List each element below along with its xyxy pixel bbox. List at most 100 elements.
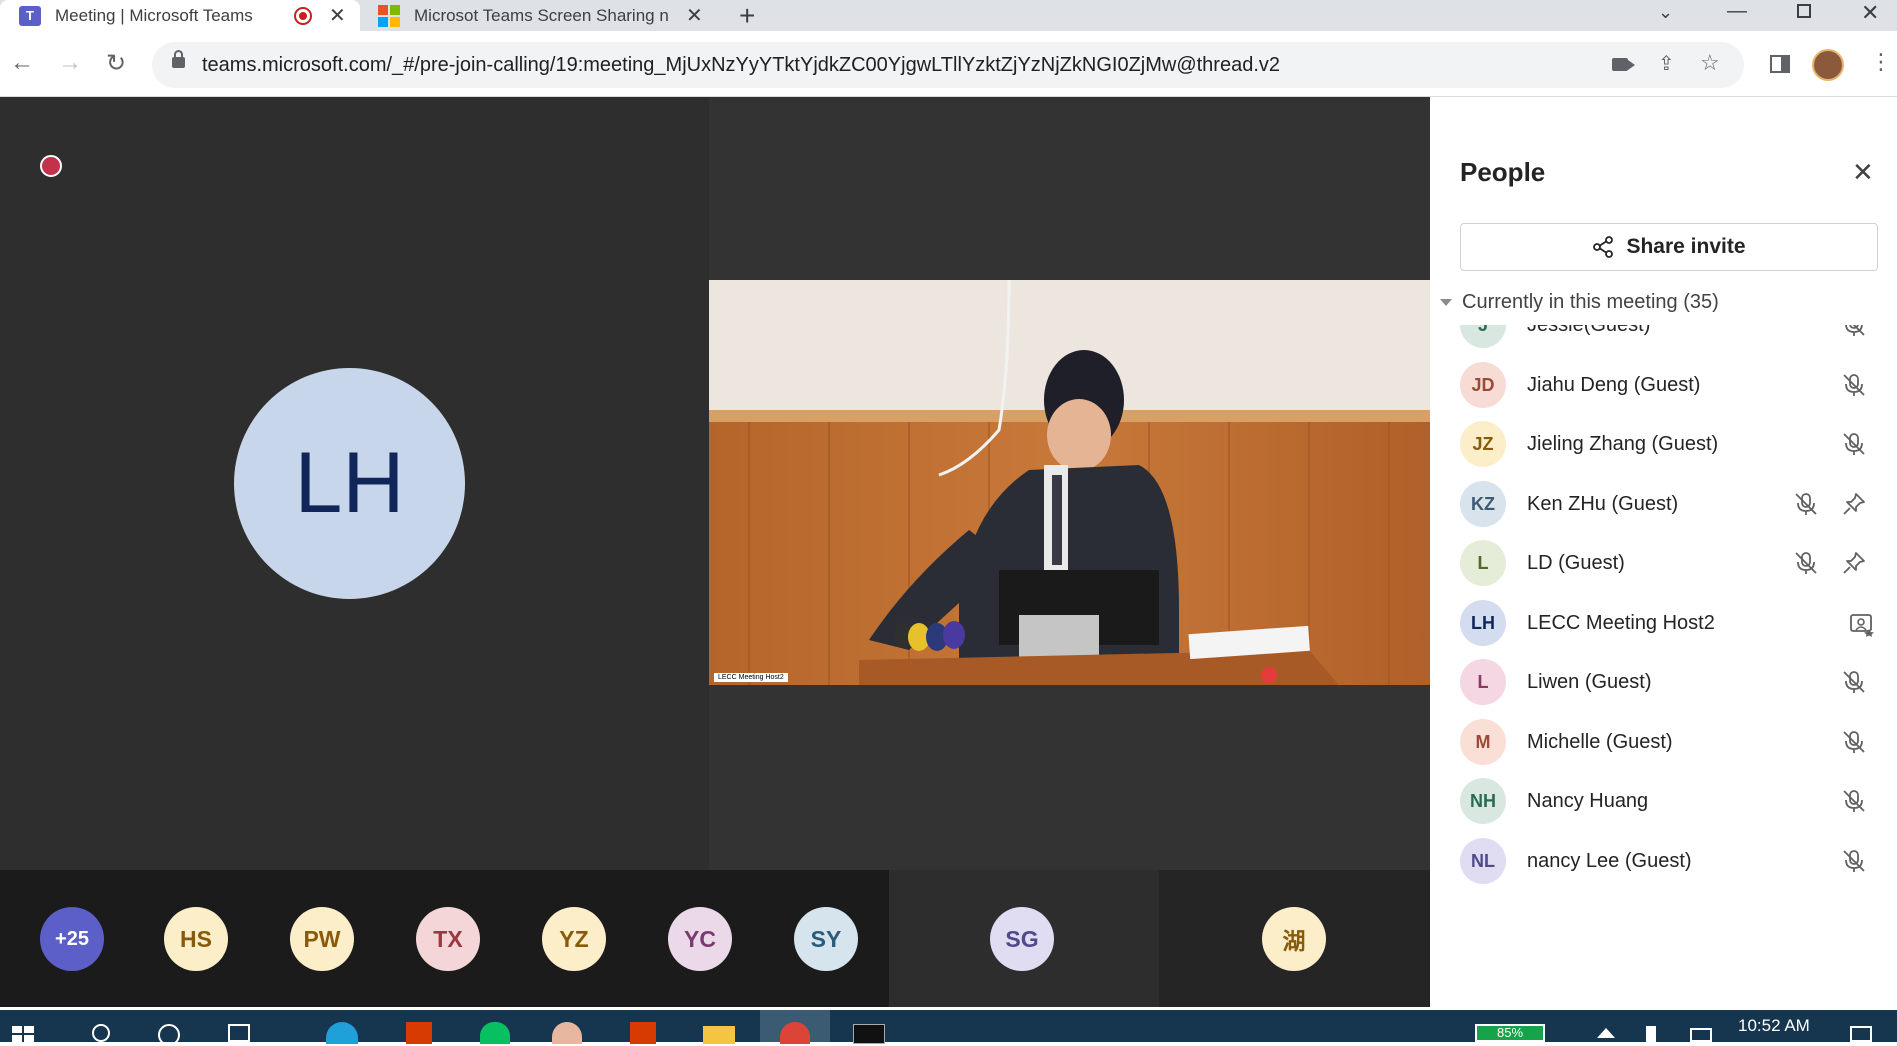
office-icon[interactable] — [406, 1022, 432, 1044]
participant-name: Michelle (Guest) — [1527, 731, 1673, 753]
side-panel-icon[interactable] — [1770, 55, 1790, 73]
windows-start-icon[interactable] — [12, 1026, 34, 1042]
notifications-icon[interactable] — [1850, 1026, 1872, 1042]
search-icon[interactable] — [92, 1024, 110, 1042]
recording-icon — [40, 155, 62, 177]
participant-avatar-small[interactable]: SY — [794, 907, 858, 971]
tab-title: Microsot Teams Screen Sharing n — [414, 6, 669, 25]
avatar: J — [1460, 325, 1506, 348]
cortana-icon[interactable] — [158, 1024, 180, 1046]
avatar: L — [1460, 659, 1506, 705]
avatar: JD — [1460, 362, 1506, 408]
tab-meeting[interactable]: T Meeting | Microsoft Teams ✕ — [0, 0, 360, 31]
speaker-video-image — [709, 280, 1430, 685]
mic-off-icon[interactable] — [1841, 372, 1867, 403]
participant-name: Liwen (Guest) — [1527, 671, 1652, 693]
participant-avatar-large: LH — [234, 368, 465, 599]
avatar: JZ — [1460, 421, 1506, 467]
mic-off-icon[interactable] — [1793, 550, 1819, 581]
video-feed[interactable]: LECC Meeting Host2 — [709, 280, 1430, 685]
minimize-icon[interactable]: — — [1727, 0, 1747, 23]
section-header-label: Currently in this meeting (35) — [1462, 291, 1719, 313]
forward-icon[interactable]: → — [58, 49, 82, 77]
share-invite-button[interactable]: Share invite — [1460, 223, 1878, 271]
avatar: KZ — [1460, 481, 1506, 527]
tab-search-icon[interactable]: ⌄ — [1658, 2, 1673, 23]
terminal-icon[interactable] — [853, 1024, 885, 1044]
file-explorer-icon[interactable] — [703, 1026, 735, 1044]
participant-avatar-small[interactable]: YZ — [542, 907, 606, 971]
edge-icon[interactable] — [326, 1022, 358, 1044]
task-view-icon[interactable] — [228, 1024, 250, 1042]
close-window-icon[interactable]: ✕ — [1861, 0, 1879, 26]
people-title: People — [1460, 157, 1546, 187]
avatar: LH — [1460, 600, 1506, 646]
mic-off-icon[interactable] — [1841, 669, 1867, 700]
battery-indicator[interactable]: 85% — [1475, 1024, 1545, 1042]
mic-off-icon[interactable] — [1841, 431, 1867, 462]
mic-off-icon[interactable] — [1793, 491, 1819, 522]
participant-name: nancy Lee (Guest) — [1527, 850, 1692, 872]
office-icon[interactable] — [630, 1022, 656, 1044]
back-icon[interactable]: ← — [10, 49, 34, 77]
participant-name: Ken ZHu (Guest) — [1527, 493, 1679, 515]
participant-row[interactable]: NL nancy Lee (Guest) — [1430, 826, 1897, 898]
url-text: teams.microsoft.com/_#/pre-join-calling/… — [202, 54, 1281, 76]
participant-avatar-small[interactable]: +25 — [40, 907, 104, 971]
display-icon[interactable] — [1690, 1028, 1712, 1042]
pinwheel-app-icon[interactable] — [552, 1022, 582, 1044]
participant-avatar-small[interactable]: PW — [290, 907, 354, 971]
participant-name: Jessie(Guest) — [1527, 325, 1651, 336]
clock-time[interactable]: 10:52 AM — [1738, 1016, 1810, 1036]
menu-kebab-icon[interactable]: ⋮ — [1870, 49, 1892, 75]
share-invite-label: Share invite — [1626, 235, 1746, 258]
tab-title: Meeting | Microsoft Teams — [55, 6, 253, 25]
meeting-stage: LH LECC Meeting Host2 +25 HS PW TX YZ YC… — [0, 97, 1430, 1007]
close-tab-icon[interactable]: ✕ — [686, 3, 703, 28]
participant-avatar-small[interactable]: 湖 — [1262, 907, 1326, 971]
participant-avatar-small[interactable]: HS — [164, 907, 228, 971]
video-name-label: LECC Meeting Host2 — [714, 673, 788, 682]
network-icon[interactable] — [1597, 1028, 1615, 1038]
recording-tab-icon — [294, 7, 312, 25]
microsoft-logo-icon — [378, 5, 400, 27]
participant-name: Nancy Huang — [1527, 790, 1649, 812]
participant-list: J Jessie(Guest) JD Jiahu Deng (Guest) JZ Jiel… — [1430, 325, 1897, 1010]
reload-icon[interactable]: ↻ — [106, 49, 126, 78]
people-pane: People ✕ Share invite Currently in this … — [1430, 97, 1897, 1010]
participant-strip: +25 HS PW TX YZ YC SY SG 湖 — [0, 870, 1430, 1007]
mic-off-icon[interactable] — [1841, 848, 1867, 879]
mic-off-icon[interactable] — [1841, 325, 1867, 343]
pin-icon[interactable] — [1841, 491, 1867, 522]
participant-avatar-small[interactable]: TX — [416, 907, 480, 971]
bookmark-star-icon[interactable]: ☆ — [1700, 50, 1720, 76]
participant-avatar-small[interactable]: YC — [668, 907, 732, 971]
avatar: NH — [1460, 778, 1506, 824]
restore-icon[interactable] — [1797, 4, 1811, 18]
new-tab-button[interactable]: + — [739, 0, 755, 32]
presenter-icon[interactable] — [1849, 613, 1875, 642]
camera-icon[interactable] — [1612, 58, 1635, 71]
lock-icon — [172, 50, 185, 68]
profile-avatar[interactable] — [1812, 49, 1844, 81]
pin-icon[interactable] — [1841, 550, 1867, 581]
volume-icon[interactable] — [1646, 1026, 1656, 1042]
participant-avatar-small[interactable]: SG — [990, 907, 1054, 971]
chrome-icon[interactable] — [780, 1022, 810, 1044]
participant-name: LD (Guest) — [1527, 552, 1625, 574]
share-page-icon[interactable]: ⇪ — [1658, 51, 1675, 76]
windows-taskbar: 85% 10:52 AM — [0, 1010, 1897, 1046]
wechat-icon[interactable] — [480, 1022, 510, 1044]
close-icon[interactable]: ✕ — [1852, 157, 1874, 188]
mic-off-icon[interactable] — [1841, 729, 1867, 760]
avatar: L — [1460, 540, 1506, 586]
section-header-in-meeting[interactable]: Currently in this meeting (35) — [1440, 291, 1719, 314]
participant-name: Jieling Zhang (Guest) — [1527, 433, 1719, 455]
close-tab-icon[interactable]: ✕ — [329, 3, 346, 28]
mic-off-icon[interactable] — [1841, 788, 1867, 819]
participant-tile-main[interactable]: LH — [0, 97, 709, 870]
omnibox[interactable]: teams.microsoft.com/_#/pre-join-calling/… — [152, 42, 1744, 88]
tab-screen-sharing[interactable]: Microsot Teams Screen Sharing n ✕ — [362, 0, 717, 31]
share-icon — [1593, 236, 1614, 258]
avatar: NL — [1460, 838, 1506, 884]
